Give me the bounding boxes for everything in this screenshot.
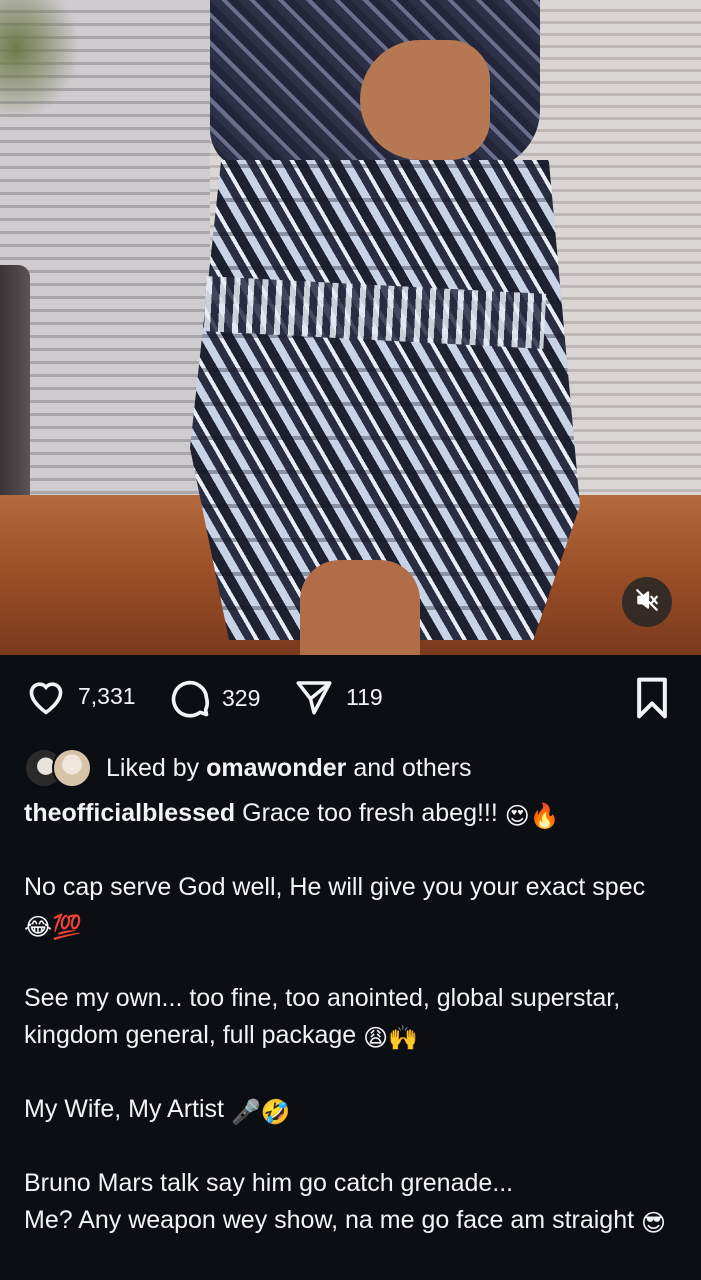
save-button[interactable] [632, 676, 672, 720]
bookmark-icon[interactable] [632, 676, 672, 720]
emoji: 😂💯 [24, 914, 82, 941]
liked-by-user[interactable]: omawonder [206, 754, 346, 783]
avatar[interactable] [52, 748, 92, 788]
legs [300, 560, 420, 655]
emoji: 😩🙌 [363, 1025, 419, 1052]
share-button[interactable]: 119 [292, 676, 383, 718]
speaker-muted-icon [634, 587, 660, 618]
comment-icon[interactable] [168, 676, 212, 720]
like-button[interactable]: 7,331 [24, 676, 136, 716]
liked-by-row[interactable]: Liked by omawonder and others [24, 748, 471, 788]
arm [360, 40, 490, 160]
emoji: 😎 [641, 1210, 667, 1237]
plant [0, 0, 80, 120]
caption-line: Bruno Mars talk say him go catch grenade… [24, 1169, 514, 1197]
caption-line: My Wife, My Artist [24, 1095, 224, 1123]
caption-username[interactable]: theofficialblessed [24, 799, 235, 827]
comment-button[interactable]: 329 [168, 676, 260, 720]
share-icon[interactable] [292, 676, 336, 718]
shares-count[interactable]: 119 [346, 684, 383, 711]
mute-button[interactable] [622, 577, 672, 627]
caption-line: See my own... too fine, too anointed, gl… [24, 984, 621, 1049]
liked-by-suffix[interactable]: and others [353, 754, 471, 783]
post-video[interactable] [0, 0, 701, 655]
liked-by-prefix: Liked by [106, 753, 200, 782]
post-caption: theofficialblessed Grace too fresh abeg!… [24, 795, 684, 1239]
caption-line: Me? Any weapon wey show, na me go face a… [24, 1206, 635, 1234]
heart-icon[interactable] [24, 676, 68, 716]
likes-count[interactable]: 7,331 [78, 683, 136, 710]
caption-line: No cap serve God well, He will give you … [24, 873, 646, 901]
liker-avatars[interactable] [24, 748, 94, 788]
emoji: 🎤🤣 [230, 1099, 291, 1126]
emoji: 😍🔥 [504, 803, 560, 830]
caption-line: Grace too fresh abeg!!! [242, 799, 498, 827]
comments-count[interactable]: 329 [222, 685, 260, 712]
